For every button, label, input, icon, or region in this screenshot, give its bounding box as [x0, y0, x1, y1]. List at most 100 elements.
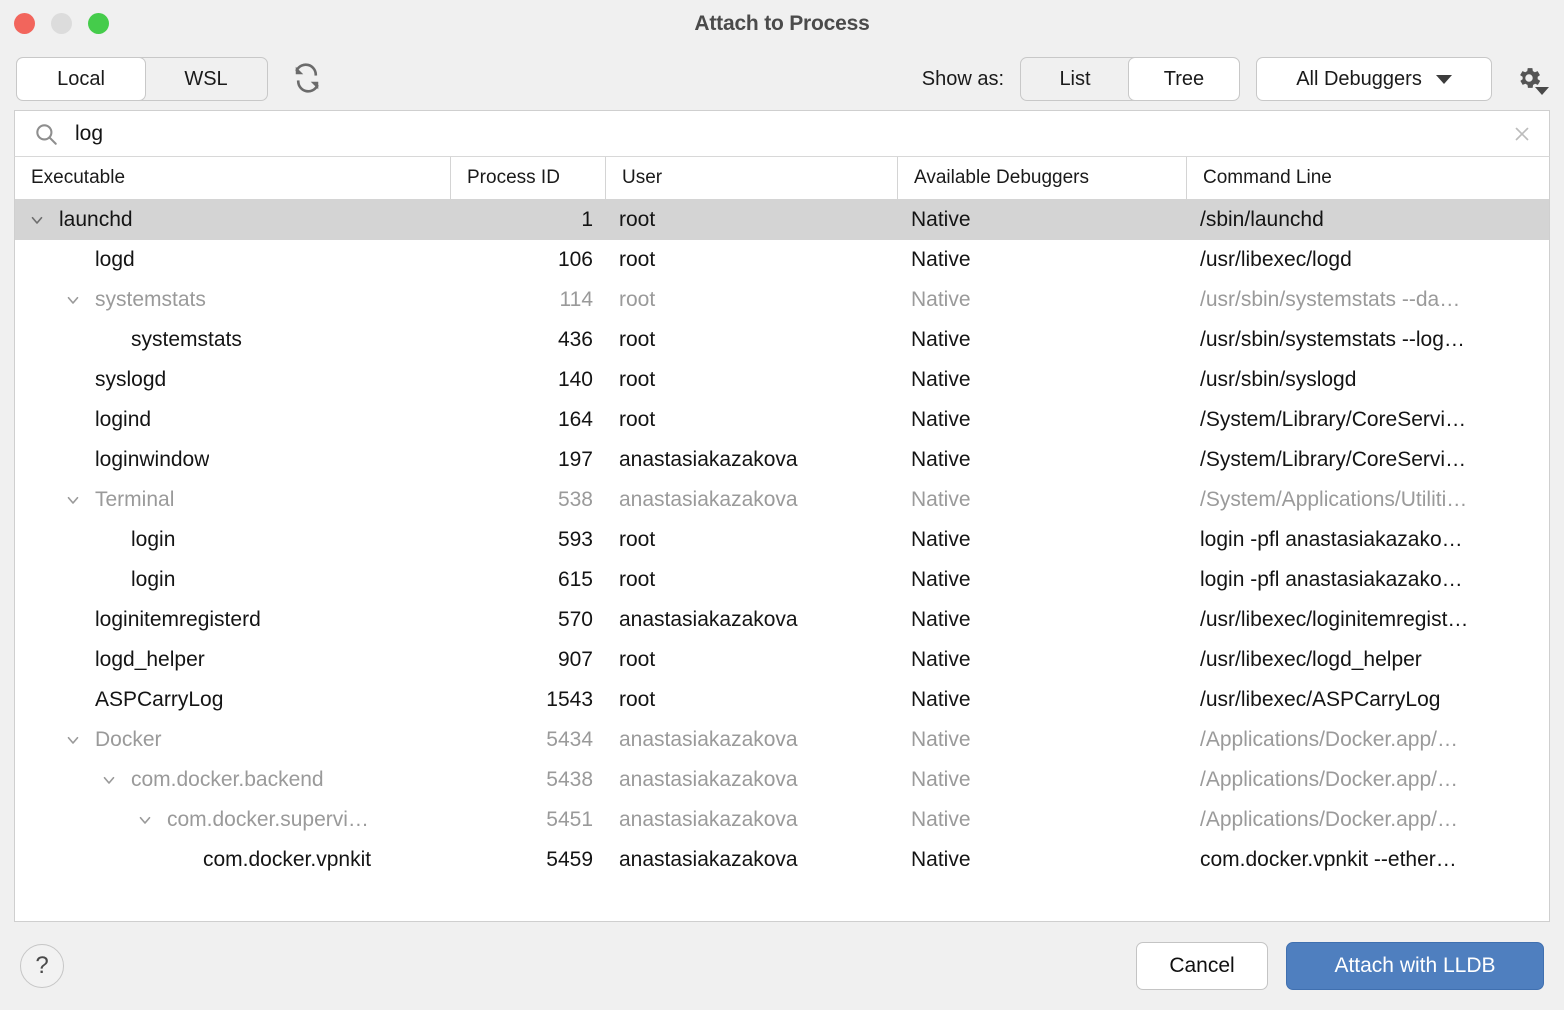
- table-row[interactable]: systemstats436rootNative/usr/sbin/system…: [15, 320, 1549, 360]
- table-row[interactable]: Docker5434anastasiakazakovaNative/Applic…: [15, 720, 1549, 760]
- cell-available-debuggers: Native: [897, 600, 1186, 640]
- cell-executable: logd_helper: [15, 640, 450, 680]
- cell-command-line: /sbin/launchd: [1186, 200, 1549, 240]
- table-row[interactable]: loginwindow197anastasiakazakovaNative/Sy…: [15, 440, 1549, 480]
- table-row[interactable]: com.docker.backend5438anastasiakazakovaN…: [15, 760, 1549, 800]
- table-row[interactable]: launchd1rootNative/sbin/launchd: [15, 200, 1549, 240]
- executable-name: Docker: [95, 728, 162, 752]
- tree-indent: [15, 300, 61, 301]
- tab-wsl[interactable]: WSL: [145, 58, 267, 100]
- cell-available-debuggers: Native: [897, 200, 1186, 240]
- column-header-executable[interactable]: Executable: [15, 157, 450, 199]
- cell-available-debuggers: Native: [897, 360, 1186, 400]
- cell-available-debuggers: Native: [897, 640, 1186, 680]
- column-header-user[interactable]: User: [605, 157, 897, 199]
- tree-spacer: [61, 600, 85, 640]
- table-row[interactable]: syslogd140rootNative/usr/sbin/syslogd: [15, 360, 1549, 400]
- cell-available-debuggers: Native: [897, 400, 1186, 440]
- cell-process-id: 164: [450, 400, 605, 440]
- table-row[interactable]: loginitemregisterd570anastasiakazakovaNa…: [15, 600, 1549, 640]
- tree-indent: [15, 780, 97, 781]
- search-bar[interactable]: log: [14, 110, 1550, 156]
- cell-available-debuggers: Native: [897, 560, 1186, 600]
- minimize-window-button[interactable]: [51, 13, 72, 34]
- tab-tree[interactable]: Tree: [1129, 58, 1239, 100]
- table-row[interactable]: com.docker.vpnkit5459anastasiakazakovaNa…: [15, 840, 1549, 880]
- cell-available-debuggers: Native: [897, 480, 1186, 520]
- refresh-button[interactable]: [288, 60, 326, 98]
- table-row[interactable]: logd106rootNative/usr/libexec/logd: [15, 240, 1549, 280]
- tree-spacer: [61, 440, 85, 480]
- cell-command-line: /Applications/Docker.app/…: [1186, 720, 1549, 760]
- cell-process-id: 615: [450, 560, 605, 600]
- settings-button[interactable]: [1508, 58, 1550, 100]
- cell-executable: systemstats: [15, 280, 450, 320]
- tree-indent: [15, 540, 97, 541]
- cell-user: root: [605, 400, 897, 440]
- titlebar: Attach to Process: [0, 0, 1564, 48]
- expand-collapse-chevron-down-icon[interactable]: [133, 800, 157, 840]
- cell-user: root: [605, 200, 897, 240]
- search-input[interactable]: log: [75, 123, 1509, 144]
- cell-executable: loginwindow: [15, 440, 450, 480]
- cell-executable: com.docker.vpnkit: [15, 840, 450, 880]
- cell-process-id: 114: [450, 280, 605, 320]
- expand-collapse-chevron-down-icon[interactable]: [61, 280, 85, 320]
- cell-user: root: [605, 320, 897, 360]
- column-header-command-line[interactable]: Command Line: [1186, 157, 1549, 199]
- table-row[interactable]: Terminal538anastasiakazakovaNative/Syste…: [15, 480, 1549, 520]
- table-row[interactable]: systemstats114rootNative/usr/sbin/system…: [15, 280, 1549, 320]
- tree-spacer: [61, 360, 85, 400]
- column-header-process-id[interactable]: Process ID: [450, 157, 605, 199]
- cell-process-id: 5451: [450, 800, 605, 840]
- table-row[interactable]: com.docker.supervi…5451anastasiakazakova…: [15, 800, 1549, 840]
- close-window-button[interactable]: [14, 13, 35, 34]
- table-row[interactable]: logind164rootNative/System/Library/CoreS…: [15, 400, 1549, 440]
- expand-collapse-chevron-down-icon[interactable]: [61, 480, 85, 520]
- tab-list[interactable]: List: [1021, 58, 1129, 100]
- cancel-button[interactable]: Cancel: [1136, 942, 1268, 990]
- cell-process-id: 593: [450, 520, 605, 560]
- tree-indent: [15, 460, 61, 461]
- cell-process-id: 1543: [450, 680, 605, 720]
- executable-name: systemstats: [95, 288, 206, 312]
- tree-spacer: [61, 400, 85, 440]
- attach-to-process-dialog: Attach to Process Local WSL Show as: Lis…: [0, 0, 1564, 1010]
- cell-command-line: com.docker.vpnkit --ether…: [1186, 840, 1549, 880]
- search-icon: [33, 121, 59, 147]
- cell-executable: com.docker.supervi…: [15, 800, 450, 840]
- expand-collapse-chevron-down-icon[interactable]: [61, 720, 85, 760]
- cell-executable: Docker: [15, 720, 450, 760]
- cell-executable: syslogd: [15, 360, 450, 400]
- tab-local[interactable]: Local: [17, 58, 145, 100]
- executable-name: loginwindow: [95, 448, 209, 472]
- expand-collapse-chevron-down-icon[interactable]: [25, 200, 49, 240]
- cell-process-id: 436: [450, 320, 605, 360]
- cell-command-line: /Applications/Docker.app/…: [1186, 760, 1549, 800]
- cell-user: root: [605, 280, 897, 320]
- table-row[interactable]: ASPCarryLog1543rootNative/usr/libexec/AS…: [15, 680, 1549, 720]
- cell-user: anastasiakazakova: [605, 600, 897, 640]
- target-toggle: Local WSL: [16, 57, 268, 101]
- expand-collapse-chevron-down-icon[interactable]: [97, 760, 121, 800]
- cell-user: root: [605, 560, 897, 600]
- cell-command-line: /usr/libexec/logd_helper: [1186, 640, 1549, 680]
- tree-indent: [15, 700, 61, 701]
- cell-executable: Terminal: [15, 480, 450, 520]
- clear-search-button[interactable]: [1509, 121, 1535, 147]
- window-controls: [14, 13, 109, 34]
- cell-process-id: 570: [450, 600, 605, 640]
- zoom-window-button[interactable]: [88, 13, 109, 34]
- column-header-available-debuggers[interactable]: Available Debuggers: [897, 157, 1186, 199]
- page-title: Attach to Process: [694, 12, 869, 36]
- table-row[interactable]: login615rootNativelogin -pfl anastasiaka…: [15, 560, 1549, 600]
- cell-executable: ASPCarryLog: [15, 680, 450, 720]
- executable-name: ASPCarryLog: [95, 688, 223, 712]
- debugger-filter-dropdown[interactable]: All Debuggers: [1256, 57, 1492, 101]
- table-row[interactable]: logd_helper907rootNative/usr/libexec/log…: [15, 640, 1549, 680]
- attach-with-lldb-button[interactable]: Attach with LLDB: [1286, 942, 1544, 990]
- table-row[interactable]: login593rootNativelogin -pfl anastasiaka…: [15, 520, 1549, 560]
- cell-executable: com.docker.backend: [15, 760, 450, 800]
- help-button[interactable]: ?: [20, 944, 64, 988]
- gear-dropdown-caret-icon: [1535, 87, 1549, 95]
